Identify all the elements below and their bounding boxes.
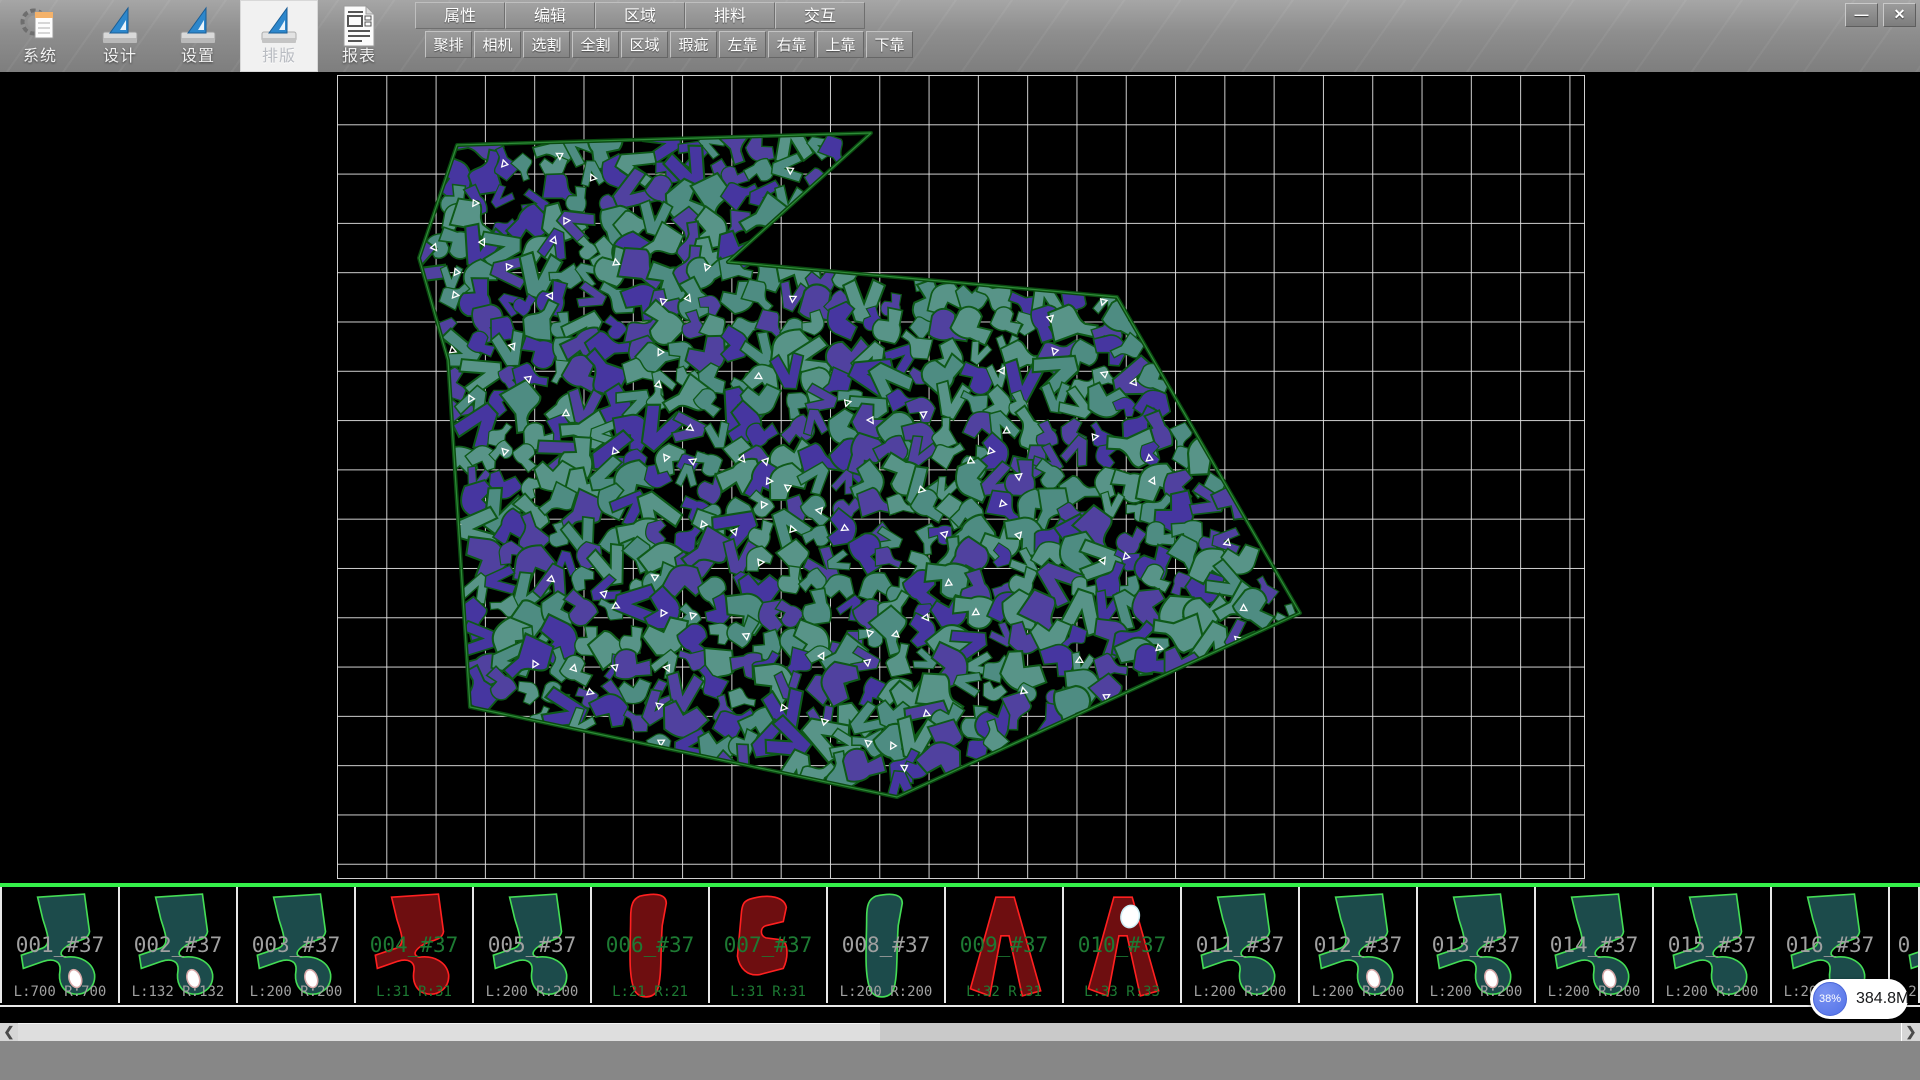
big-button-nesting[interactable]: 排版 xyxy=(240,0,318,72)
thumbnail-size-label: L:32 R:31 xyxy=(946,984,1062,1000)
big-button-nesting-label: 排版 xyxy=(240,42,318,66)
thumbnail-name: 009_#37 xyxy=(946,933,1062,957)
scroll-left-arrow-icon[interactable]: ❮ xyxy=(0,1023,19,1041)
action-button-align-top[interactable]: 上靠 xyxy=(817,31,864,58)
thumbnail-size-label: L:132 R:132 xyxy=(120,984,236,1000)
pattern-thumbnail[interactable]: 011_#37 L:200 R:200 xyxy=(1182,887,1300,1003)
progress-percent-circle: 38% xyxy=(1813,982,1847,1016)
scroll-right-arrow-icon[interactable]: ❯ xyxy=(1901,1023,1920,1041)
horizontal-scrollbar[interactable]: ❮ ❯ xyxy=(0,1023,1920,1041)
thumbnail-size-label: L:21 R:21 xyxy=(592,984,708,1000)
thumbnail-name: 003_#37 xyxy=(238,933,354,957)
thumbnail-name: 010_#37 xyxy=(1064,933,1180,957)
pattern-thumbnail[interactable]: 002_#37 L:132 R:132 xyxy=(120,887,238,1003)
pattern-thumbnail[interactable]: 006_#37 L:21 R:21 xyxy=(592,887,710,1003)
thumbnail-size-label: L:200 R:200 xyxy=(1418,984,1534,1000)
big-button-system-label: 系统 xyxy=(8,42,72,66)
thumbnail-name: 012_#37 xyxy=(1300,933,1416,957)
big-button-report-label: 报表 xyxy=(326,42,392,66)
minimize-button[interactable]: — xyxy=(1845,3,1878,27)
thumbnail-size-label: L:33 R:33 xyxy=(1064,984,1180,1000)
thumbnail-size-label: L:200 R:200 xyxy=(238,984,354,1000)
thumbnail-name: 008_#37 xyxy=(828,933,944,957)
action-button-camera[interactable]: 相机 xyxy=(474,31,521,58)
thumbnail-name: 004_#37 xyxy=(356,933,472,957)
download-size-label: 384.8M xyxy=(1856,979,1909,1019)
menu-item-nesting[interactable]: 排料 xyxy=(685,2,775,29)
action-button-region[interactable]: 区域 xyxy=(621,31,668,58)
scrollbar-thumb[interactable] xyxy=(18,1023,880,1041)
menu-row: 属性编辑区域排料交互 xyxy=(415,2,865,29)
big-button-settings-label: 设置 xyxy=(166,42,230,66)
big-button-design[interactable]: 设计 xyxy=(88,0,152,72)
pattern-thumbnail[interactable]: 010_#37 L:33 R:33 xyxy=(1064,887,1182,1003)
download-progress-badge[interactable]: 38% 384.8M xyxy=(1810,979,1908,1019)
thumbnail-name: 006_#37 xyxy=(592,933,708,957)
pattern-filmstrip: 001_#37L:700 R:700002_#37L:132 R:132003_… xyxy=(0,887,1920,1007)
pattern-thumbnail[interactable]: 015_#37 L:200 R:200 xyxy=(1654,887,1772,1003)
action-row: 聚排相机选割全割区域瑕疵左靠右靠上靠下靠 xyxy=(425,31,913,58)
action-button-align-bottom[interactable]: 下靠 xyxy=(866,31,913,58)
thumbnail-name: 0 xyxy=(1890,933,1918,957)
pattern-thumbnail[interactable]: 001_#37 L:700 R:700 xyxy=(0,887,120,1003)
menu-item-edit[interactable]: 编辑 xyxy=(505,2,595,29)
hide-nest-drawing xyxy=(0,72,1920,883)
menu-item-interact[interactable]: 交互 xyxy=(775,2,865,29)
menu-item-region[interactable]: 区域 xyxy=(595,2,685,29)
action-button-select-cut[interactable]: 选割 xyxy=(523,31,570,58)
thumbnail-name: 007_#37 xyxy=(710,933,826,957)
pattern-thumbnail[interactable]: 004_#37 L:31 R:31 xyxy=(356,887,474,1003)
big-button-system[interactable]: 系统 xyxy=(8,0,72,72)
pattern-thumbnail[interactable]: 003_#37 L:200 R:200 xyxy=(238,887,356,1003)
thumbnail-size-label: L:31 R:31 xyxy=(710,984,826,1000)
thumbnail-size-label: L:200 R:200 xyxy=(1536,984,1652,1000)
thumbnail-name: 013_#37 xyxy=(1418,933,1534,957)
thumbnail-name: 001_#37 xyxy=(2,933,118,957)
close-button[interactable]: ✕ xyxy=(1883,3,1916,27)
action-button-align-left[interactable]: 左靠 xyxy=(719,31,766,58)
pattern-thumbnail[interactable]: 014_#37 L:200 R:200 xyxy=(1536,887,1654,1003)
main-toolbar: 系统 设计 设置 xyxy=(0,0,1920,72)
big-button-report[interactable]: 报表 xyxy=(326,0,392,72)
thumbnail-name: 002_#37 xyxy=(120,933,236,957)
thumbnail-name: 005_#37 xyxy=(474,933,590,957)
pattern-thumbnail[interactable]: 012_#37 L:200 R:200 xyxy=(1300,887,1418,1003)
action-button-cut-all[interactable]: 全割 xyxy=(572,31,619,58)
thumbnail-name: 014_#37 xyxy=(1536,933,1652,957)
action-button-defect[interactable]: 瑕疵 xyxy=(670,31,717,58)
thumbnail-name: 015_#37 xyxy=(1654,933,1770,957)
pattern-thumbnail[interactable]: 008_#37 L:200 R:200 xyxy=(828,887,946,1003)
window-controls: — ✕ xyxy=(1845,3,1916,27)
thumbnail-size-label: L:200 R:200 xyxy=(1182,984,1298,1000)
big-button-design-label: 设计 xyxy=(88,42,152,66)
action-button-align-right[interactable]: 右靠 xyxy=(768,31,815,58)
pattern-thumbnail[interactable]: 009_#37 L:32 R:31 xyxy=(946,887,1064,1003)
pattern-thumbnail[interactable]: 005_#37 L:200 R:200 xyxy=(474,887,592,1003)
status-bar xyxy=(0,1041,1920,1080)
thumbnail-size-label: L:200 R:200 xyxy=(474,984,590,1000)
thumbnail-size-label: L:200 R:200 xyxy=(828,984,944,1000)
menu-item-properties[interactable]: 属性 xyxy=(415,2,505,29)
thumbnail-name: 016_#37 xyxy=(1772,933,1888,957)
thumbnail-size-label: L:31 R:31 xyxy=(356,984,472,1000)
nesting-canvas[interactable] xyxy=(0,72,1920,883)
thumbnail-size-label: L:700 R:700 xyxy=(2,984,118,1000)
pattern-thumbnail[interactable]: 013_#37 L:200 R:200 xyxy=(1418,887,1536,1003)
thumbnail-name: 011_#37 xyxy=(1182,933,1298,957)
thumbnail-size-label: L:200 R:200 xyxy=(1654,984,1770,1000)
big-button-settings[interactable]: 设置 xyxy=(166,0,230,72)
action-button-cluster-nest[interactable]: 聚排 xyxy=(425,31,472,58)
pattern-thumbnail[interactable]: 007_#37 L:31 R:31 xyxy=(710,887,828,1003)
thumbnail-size-label: L:200 R:200 xyxy=(1300,984,1416,1000)
